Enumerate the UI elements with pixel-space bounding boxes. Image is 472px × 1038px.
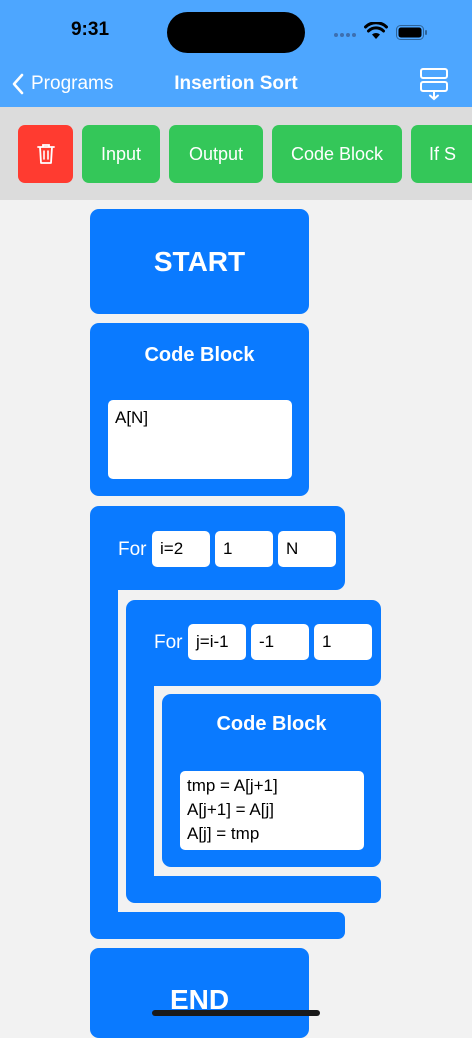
for-loop-outer-footer — [90, 912, 345, 939]
code-block-title: Code Block — [216, 713, 327, 735]
for-loop-outer-header[interactable]: For i=2 1 N — [90, 506, 345, 590]
back-button-label: Programs — [31, 73, 114, 94]
start-label: START — [153, 246, 246, 277]
for-keyword: For — [118, 539, 147, 560]
loop-limit-field[interactable]: 1 — [314, 624, 372, 660]
loop-init-field[interactable]: i=2 — [152, 531, 210, 567]
cellular-signal-icon — [334, 32, 360, 38]
add-code-block-button[interactable]: Code Block — [272, 125, 402, 183]
status-time: 9:31 — [70, 19, 110, 40]
back-button[interactable]: Programs — [12, 70, 113, 98]
start-block[interactable]: START — [90, 209, 309, 314]
page-title: Insertion Sort — [174, 73, 298, 94]
battery-icon — [396, 25, 427, 40]
block-toolbar: Input Output Code Block If S — [0, 107, 472, 200]
code-editor[interactable]: A[N] — [108, 400, 292, 479]
layout-insert-icon[interactable] — [418, 67, 450, 101]
trash-icon — [36, 144, 55, 164]
loop-limit-field[interactable]: N — [278, 531, 336, 567]
add-output-button[interactable]: Output — [169, 125, 263, 183]
code-line: tmp = A[j+1] — [187, 776, 278, 795]
delete-button[interactable] — [18, 125, 73, 183]
loop-init-field[interactable]: j=i-1 — [188, 624, 246, 660]
wifi-icon — [364, 22, 388, 39]
code-line: A[j] = tmp — [187, 824, 260, 843]
for-keyword: For — [154, 632, 183, 653]
add-input-button[interactable]: Input — [82, 125, 160, 183]
code-editor[interactable]: tmp = A[j+1] A[j+1] = A[j] A[j] = tmp — [180, 771, 364, 850]
code-block[interactable]: Code Block tmp = A[j+1] A[j+1] = A[j] A[… — [162, 694, 381, 867]
dynamic-island — [167, 12, 305, 53]
for-loop-outer-bar — [90, 586, 118, 916]
for-loop-inner-footer — [126, 876, 381, 903]
for-loop-inner-header[interactable]: For j=i-1 -1 1 — [126, 600, 381, 686]
home-indicator — [152, 1010, 320, 1016]
loop-step-field[interactable]: -1 — [251, 624, 309, 660]
code-block[interactable]: Code Block A[N] — [90, 323, 309, 496]
code-block-title: Code Block — [144, 344, 255, 366]
code-line: A[j+1] = A[j] — [187, 800, 274, 819]
end-block[interactable]: END — [90, 948, 309, 1038]
add-if-statement-button[interactable]: If S — [411, 125, 472, 183]
loop-step-field[interactable]: 1 — [215, 531, 273, 567]
navigation-header: 9:31 Programs Insertion Sort — [0, 0, 472, 107]
chevron-left-icon — [12, 73, 24, 95]
for-loop-inner-bar — [126, 682, 154, 880]
